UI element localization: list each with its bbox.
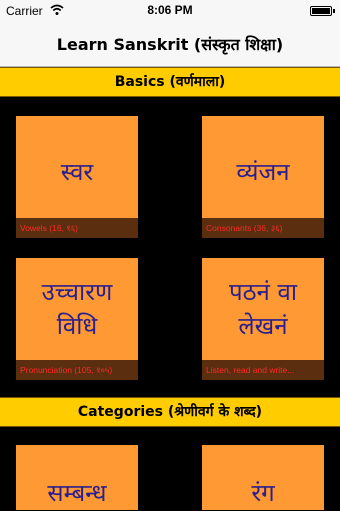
tile-relations[interactable]: सम्बन्ध	[16, 445, 138, 510]
tile-read-write[interactable]: पठनं वा लेखनं Listen, read and write...	[202, 258, 324, 380]
tile-caption: Consonants (36, ३६)	[202, 218, 324, 238]
page-title: Learn Sanskrit (संस्कृत शिक्षा)	[56, 35, 284, 54]
tile-caption: Pronunciation (105, १०५)	[16, 360, 138, 380]
battery-tip	[333, 9, 335, 13]
tile-colors[interactable]: रंग	[202, 445, 324, 510]
tile-script-line2: लेखनं	[238, 312, 288, 340]
tile-script: व्यंजन	[236, 158, 290, 186]
tile-caption: Listen, read and write...	[202, 360, 324, 380]
section-header-categories: Categories (श्रेणीवर्ग के शब्द)	[0, 397, 340, 427]
tile-vowels[interactable]: स्वर Vowels (16, १६)	[16, 116, 138, 238]
tile-script: रंग	[251, 479, 275, 507]
tile-script-line2: विधि	[56, 312, 98, 340]
tile-pronunciation[interactable]: उच्चारण विधि Pronunciation (105, १०५)	[16, 258, 138, 380]
battery-icon	[310, 6, 332, 16]
status-bar: Carrier 8:06 PM	[0, 0, 340, 22]
tile-script: स्वर	[60, 158, 94, 186]
section-header-basics: Basics (वर्णमाला)	[0, 67, 340, 97]
tile-consonants[interactable]: व्यंजन Consonants (36, ३६)	[202, 116, 324, 238]
tile-script-line1: पठनं वा	[228, 278, 298, 306]
tile-script: सम्बन्ध	[47, 479, 107, 507]
navigation-bar: Learn Sanskrit (संस्कृत शिक्षा)	[0, 22, 340, 67]
clock: 8:06 PM	[147, 3, 193, 17]
tile-caption: Vowels (16, १६)	[16, 218, 138, 238]
tile-script-line1: उच्चारण	[41, 278, 113, 306]
